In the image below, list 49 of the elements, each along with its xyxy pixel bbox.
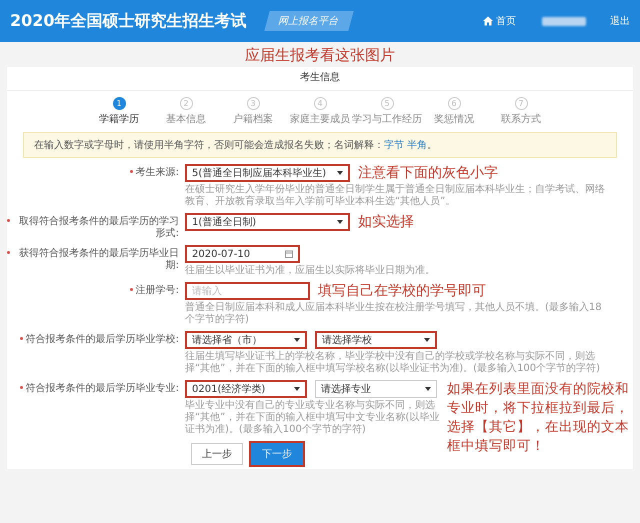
site-title: 2020年全国硕士研究生招生考试 <box>10 10 247 32</box>
field-label: 取得符合报考条件的最后学历的学习形式: <box>18 214 179 240</box>
step-tab[interactable]: 3 户籍档案 <box>220 97 286 126</box>
dropdown[interactable]: 1(普通全日制) <box>185 213 350 231</box>
step-tab[interactable]: 7 联系方式 <box>488 97 554 126</box>
step-tab[interactable]: 5 学习与工作经历 <box>354 97 420 126</box>
step-tab[interactable]: 4 家庭主要成员 <box>286 97 354 126</box>
hint-text: 毕业专业中没有自己的专业或专业名称与实际不同，则选择“其他”，并在下面的输入框中填写中文专业名称(以毕业证书为准)。(最多输入100个字节的字符) <box>185 400 440 436</box>
term-link[interactable]: 字节 <box>384 140 404 151</box>
calendar-icon <box>285 250 293 258</box>
back-button[interactable]: 上一步 <box>191 443 243 465</box>
field-label: 获得符合报考条件的最后学历毕业日期: <box>18 246 179 272</box>
annotation-text: 填写自己在学校的学号即可 <box>318 282 486 300</box>
caret-icon <box>337 171 343 175</box>
home-link[interactable]: 首页 <box>496 14 516 28</box>
redacted-username <box>542 16 586 26</box>
date-field[interactable]: 2020-07-10 <box>185 245 300 263</box>
term-link[interactable]: 半角 <box>407 140 428 151</box>
dropdown[interactable]: 请选择专业 <box>315 380 437 398</box>
home-icon <box>483 16 493 26</box>
field-label: 符合报考条件的最后学历毕业专业: <box>26 382 179 395</box>
field-label: 注册学号: <box>136 284 179 297</box>
dropdown[interactable]: 0201(经济学类) <box>185 380 307 398</box>
caret-icon <box>424 338 430 342</box>
next-button[interactable]: 下一步 <box>251 443 303 465</box>
dropdown[interactable]: 请选择学校 <box>315 331 437 349</box>
step-tab[interactable]: 2 基本信息 <box>152 97 220 126</box>
hint-text: 普通全日制应届本科和成人应届本科毕业生按在校注册学号填写，其他人员不填。(最多输入18个字节的字符) <box>185 302 603 326</box>
notice-text: 在输入数字或字母时，请使用半角字符，否则可能会造成报名失败；名词解释：字节 半角。 <box>23 132 617 158</box>
platform-tag: 网上报名平台 <box>264 11 354 31</box>
hint-text: 往届生以毕业证书为准，应届生以实际将毕业日期为准。 <box>185 265 436 277</box>
caret-icon <box>425 387 431 391</box>
card-title: 考生信息 <box>7 67 633 91</box>
logout-link[interactable]: 退出 <box>610 14 630 28</box>
annotation-text: 注意看下面的灰色小字 <box>358 164 498 182</box>
field-label: 符合报考条件的最后学历毕业学校: <box>26 332 179 346</box>
hint-text: 在硕士研究生入学年份毕业的普通全日制学生属于普通全日制应届本科毕业生；自学考试、网络教育、开放教育录取当年入学前可毕业本科生选“其他人员”。 <box>185 184 605 208</box>
caret-icon <box>294 387 300 391</box>
dropdown[interactable]: 5(普通全日制应届本科毕业生) <box>185 164 350 182</box>
caret-icon <box>294 338 300 342</box>
dropdown[interactable]: 请选择省（市） <box>185 331 307 349</box>
caret-icon <box>337 220 343 224</box>
field-label: 考生来源: <box>136 166 179 179</box>
step-tab[interactable]: 6 奖惩情况 <box>420 97 488 126</box>
hint-text: 往届生填写毕业证书上的学校名称，毕业学校中没有自己的学校或学校名称与实际不同，则选择“其他”，并在下面的输入框中填写学校名称(以毕业证书为准)。(最多输入100个字节的字符) <box>185 351 602 375</box>
step-tab[interactable]: 1 学籍学历 <box>86 97 152 126</box>
annotation-title: 应届生报考看这张图片 <box>244 45 396 66</box>
input-field[interactable]: 请输入 <box>185 282 310 300</box>
annotation-text: 如实选择 <box>358 213 414 231</box>
